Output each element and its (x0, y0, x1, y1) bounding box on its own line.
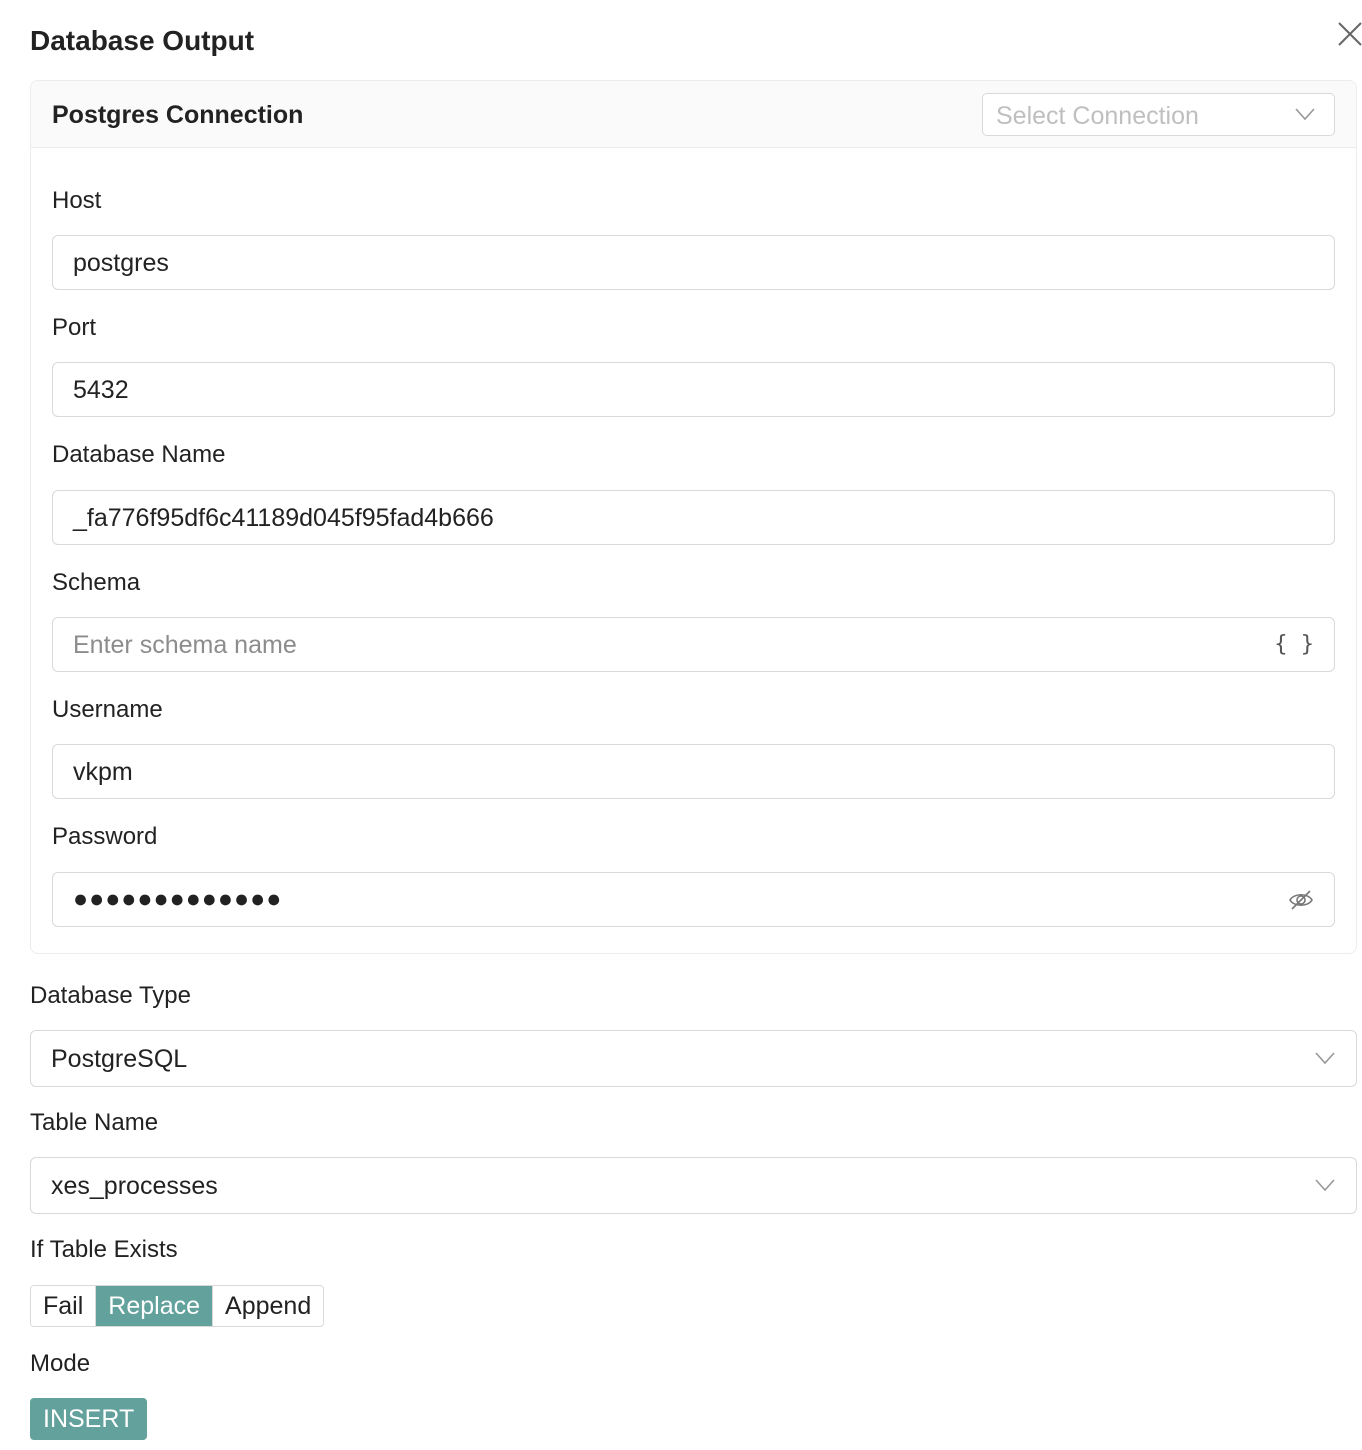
database-name-input[interactable]: _fa776f95df6c41189d045f95fad4b666 (52, 490, 1335, 545)
option-replace-button[interactable]: Replace (96, 1286, 214, 1326)
password-label: Password (52, 823, 158, 850)
connection-card-header: Postgres Connection Select Connection (31, 81, 1356, 148)
mode-insert-button[interactable]: INSERT (30, 1398, 148, 1440)
password-value: ●●●●●●●●●●●●● (73, 885, 283, 913)
port-label: Port (52, 314, 97, 341)
username-value: vkpm (73, 758, 133, 786)
schema-label: Schema (52, 569, 141, 596)
host-label: Host (52, 187, 102, 214)
table-name-label: Table Name (30, 1109, 159, 1136)
option-append-button[interactable]: Append (213, 1286, 324, 1326)
schema-input[interactable]: Enter schema name { } (52, 617, 1335, 672)
option-fail-button[interactable]: Fail (31, 1286, 97, 1326)
host-input[interactable]: postgres (52, 235, 1335, 290)
chevron-down-icon (1315, 1052, 1335, 1065)
chevron-down-icon (1295, 108, 1315, 121)
database-type-select[interactable]: PostgreSQL (30, 1030, 1357, 1087)
database-type-value: PostgreSQL (51, 1045, 188, 1073)
database-name-label: Database Name (52, 441, 226, 468)
eye-slash-icon[interactable] (1288, 887, 1314, 913)
if-table-exists-segmented: Fail Replace Append (30, 1285, 325, 1327)
table-name-select[interactable]: xes_processes (30, 1157, 1357, 1214)
close-icon (1338, 22, 1362, 46)
dialog-title: Database Output (30, 25, 255, 56)
database-name-value: _fa776f95df6c41189d045f95fad4b666 (73, 504, 494, 532)
password-input[interactable]: ●●●●●●●●●●●●● (52, 872, 1335, 927)
table-name-value: xes_processes (51, 1172, 218, 1200)
close-button[interactable] (1334, 18, 1362, 50)
port-input[interactable]: 5432 (52, 362, 1335, 417)
connection-card-title: Postgres Connection (52, 101, 304, 129)
connection-select-placeholder: Select Connection (996, 102, 1199, 130)
schema-placeholder: Enter schema name (73, 631, 297, 659)
username-label: Username (52, 696, 163, 723)
database-type-label: Database Type (30, 982, 192, 1009)
braces-icon[interactable]: { } (1274, 632, 1314, 657)
username-input[interactable]: vkpm (52, 744, 1335, 799)
if-table-exists-label: If Table Exists (30, 1236, 178, 1263)
port-value: 5432 (73, 376, 129, 404)
connection-select[interactable]: Select Connection (982, 93, 1335, 136)
mode-label: Mode (30, 1350, 91, 1377)
chevron-down-icon (1315, 1179, 1335, 1192)
host-value: postgres (73, 249, 169, 277)
